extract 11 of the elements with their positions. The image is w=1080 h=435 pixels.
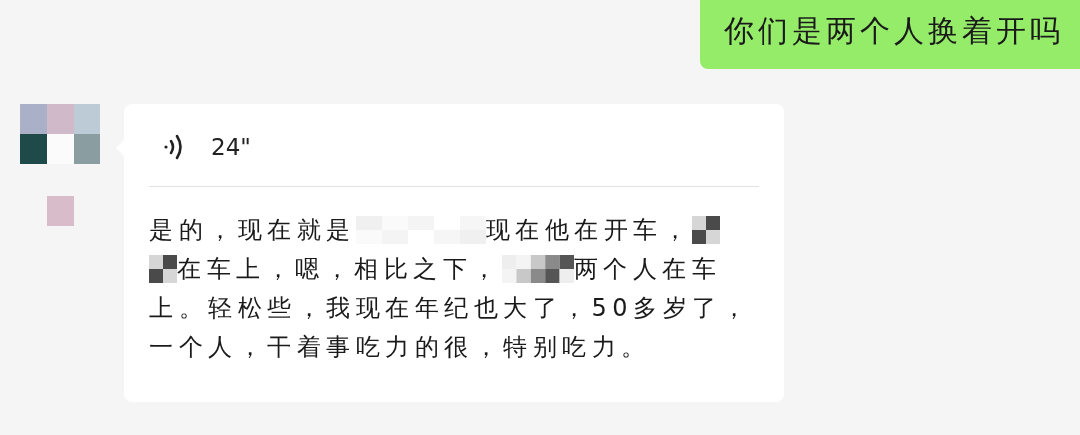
blurred-text-mosaic <box>149 254 177 283</box>
transcript-text: 在车上，嗯，相比之下， <box>177 253 502 285</box>
transcript-text: 一个人，干着事吃力的很，特别吃力。 <box>149 331 651 363</box>
voice-duration: 24" <box>211 134 251 160</box>
blurred-text-mosaic <box>692 215 720 244</box>
sent-message: 你们是两个人换着开吗 <box>700 0 1080 69</box>
voice-icon <box>163 134 185 160</box>
transcript-text: 现在他在开车， <box>485 214 692 246</box>
transcript-text: 上。轻松些，我现在年纪也大了，50多岁了， <box>149 292 752 324</box>
transcript-text: 两个人在车 <box>573 253 721 285</box>
transcript-text: 是的，现在就是 <box>149 214 356 246</box>
